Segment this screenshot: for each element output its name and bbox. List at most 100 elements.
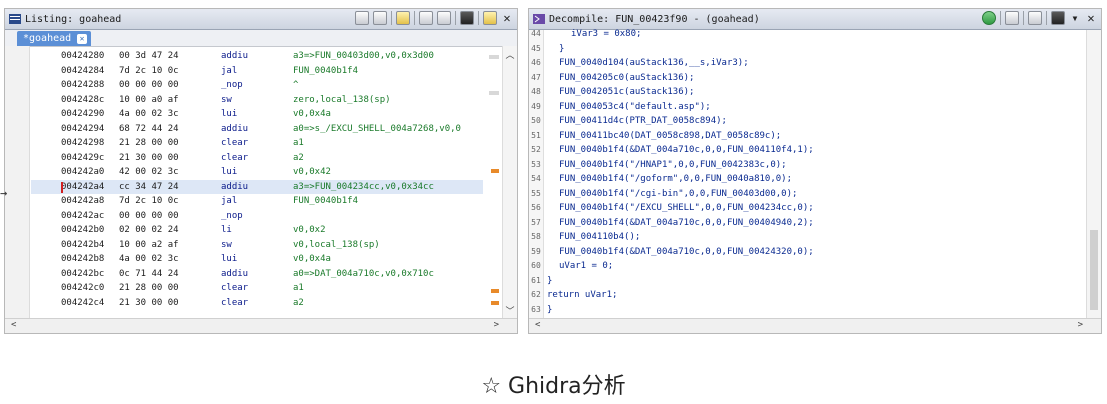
export-icon[interactable] [1028,11,1042,25]
listing-panel: Listing: goahead ✕ *goahead ✕ 00424280 00… [4,8,518,334]
decompile-line[interactable]: 54 FUN_0040b1f4("/goform",0,0,FUN_0040a81… [529,172,1085,187]
listing-row[interactable]: 004242c4 21 30 00 00 clear a2 [31,296,483,311]
scroll-right-arrow-icon[interactable]: > [1078,320,1083,330]
listing-vscrollbar[interactable]: ︿ ﹀ [502,46,517,319]
listing-bytes: cc 34 47 24 [119,181,179,192]
listing-row[interactable]: 004242b4 10 00 a2 af sw v0,local_138(sp) [31,238,483,253]
listing-bytes: 68 72 44 24 [119,123,179,134]
line-number: 44 [531,29,541,38]
decompile-line[interactable]: 50 FUN_00411d4c(PTR_DAT_0058c894); [529,114,1085,129]
decompile-line[interactable]: 53 FUN_0040b1f4("/HNAP1",0,0,FUN_0042383c… [529,158,1085,173]
tab-goahead[interactable]: *goahead ✕ [17,31,91,46]
tab-close-icon[interactable]: ✕ [77,33,87,44]
listing-row[interactable]: 00424298 21 28 00 00 clear a1 [31,136,483,151]
code-text: uVar1 = 0; [559,261,614,271]
listing-bytes: 00 00 00 00 [119,80,179,90]
listing-bytes: 4a 00 02 3c [119,109,179,119]
listing-row[interactable]: 0042429c 21 30 00 00 clear a2 [31,151,483,166]
listing-mnemonic: _nop [221,210,243,221]
listing-row[interactable]: 004242a0 42 00 02 3c lui v0,0x42 [31,165,483,180]
scroll-left-arrow-icon[interactable]: < [535,320,540,330]
code-text: FUN_0040b1f4("/HNAP1",0,0,FUN_0042383c,0… [559,159,787,170]
close-icon[interactable]: ✕ [501,11,513,25]
listing-address: 004242b8 [61,254,105,264]
diff-view-icon[interactable] [437,11,451,25]
decompile-vscrollbar[interactable] [1086,30,1101,319]
listing-row[interactable]: 004242a4 cc 34 47 24 addiu a3=>FUN_004234cc… [31,179,483,194]
listing-titlebar: Listing: goahead ✕ [5,9,517,30]
listing-row[interactable]: 004242c0 21 28 00 00 clear a1 [31,281,483,296]
decompile-line[interactable]: 57 FUN_0040b1f4(&DAT_004a710c,0,0,FUN_004… [529,216,1085,231]
decompile-line[interactable]: 44 iVar3 = 0x80; [529,27,1085,42]
listing-mnemonic: jal [221,196,238,206]
listing-operands: a1 [293,283,304,293]
decompile-line[interactable]: 60 uVar1 = 0; [529,259,1085,274]
listing-address: 0042428c [61,94,105,105]
line-number: 62 [531,290,541,299]
decompile-line[interactable]: 55 FUN_0040b1f4("/cgi-bin",0,0,FUN_00403d… [529,187,1085,202]
tab-label: *goahead [23,33,72,44]
listing-toolbar: ✕ [355,11,513,25]
listing-row[interactable]: 0042428c 10 00 a0 af sw zero,local_138(sp) [31,93,483,108]
decompile-line[interactable]: 45} [529,42,1085,57]
listing-mnemonic: addiu [221,268,249,279]
overview-marker-highlight [491,169,499,173]
listing-row[interactable]: 00424288 00 00 00 00 _nop ^ [31,78,483,93]
decompile-body[interactable]: 44 iVar3 = 0x80; 45} 46 FUN_0040d104(auStack… [529,27,1101,319]
paste-icon[interactable] [373,11,387,25]
cursor-select-icon[interactable] [396,11,410,25]
listing-row[interactable]: 004242a8 7d 2c 10 0c jal FUN_0040b1f4 [31,194,483,209]
decompile-line[interactable]: 56 FUN_0040b1f4("/EXCU_SHELL",0,0,FUN_004… [529,201,1085,216]
decompile-panel: Decompile: FUN_00423f90 - (goahead) ▾ ✕ … [528,8,1102,334]
scroll-thumb[interactable] [1090,230,1098,310]
line-number: 54 [531,174,541,183]
listing-mnemonic: clear [221,297,249,308]
decompile-line[interactable]: 59 FUN_0040b1f4(&DAT_004a710c,0,0,FUN_004… [529,245,1085,260]
decompile-line[interactable]: 47 FUN_004205c0(auStack136); [529,71,1085,86]
refresh-icon[interactable] [982,11,996,25]
listing-row[interactable]: 004242b0 02 00 02 24 li v0,0x2 [31,223,483,238]
figure-caption: ☆ Ghidra分析 [481,374,626,399]
close-icon[interactable]: ✕ [1085,11,1097,25]
decompile-line[interactable]: 46 FUN_0040d104(auStack136,__s,iVar3); [529,56,1085,71]
decompile-line[interactable]: 62 return uVar1; [529,288,1085,303]
listing-address: 004242b4 [61,239,105,250]
menu-dropdown-icon[interactable]: ▾ [1069,11,1081,25]
listing-body[interactable]: 00424280 00 3d 47 24 addiu a3=>FUN_00403d00… [5,46,517,319]
decompile-line[interactable]: 63} [529,303,1085,318]
menu-options-icon[interactable] [483,11,497,25]
listing-bytes: 21 28 00 00 [119,283,179,293]
copy-icon[interactable] [1005,11,1019,25]
line-number: 63 [531,304,541,314]
scroll-right-arrow-icon[interactable]: > [494,320,499,330]
overview-marker-highlight [491,289,499,293]
scroll-up-arrow-icon[interactable]: ︿ [503,48,517,61]
listing-row[interactable]: 004242ac 00 00 00 00 _nop [31,209,483,224]
listing-bytes: 21 30 00 00 [119,297,179,308]
decompile-line[interactable]: 51 FUN_00411bc40(DAT_0058c898,DAT_0058c89… [529,129,1085,144]
field-edit-icon[interactable] [419,11,433,25]
decompile-line[interactable]: 58 FUN_004110b4(); [529,230,1085,245]
scroll-down-arrow-icon[interactable]: ﹀ [503,304,517,317]
decompile-line[interactable]: 61} [529,274,1085,289]
listing-hscrollbar[interactable]: < > [5,318,517,333]
listing-operands: a3=>FUN_004234cc,v0,0x34cc [293,181,434,192]
decompile-line[interactable]: 52 FUN_0040b1f4(&DAT_004a710c,0,0,FUN_004… [529,143,1085,158]
listing-row[interactable]: 00424294 68 72 44 24 addiu a0=>s_/EXCU_SHEL… [31,122,483,137]
listing-bytes: 21 30 00 00 [119,152,179,163]
scroll-left-arrow-icon[interactable]: < [11,320,16,330]
listing-address: 004242a8 [61,196,105,206]
snapshot-icon[interactable] [1051,11,1065,25]
listing-row[interactable]: 00424280 00 3d 47 24 addiu a3=>FUN_00403d00… [31,49,483,64]
decompile-line[interactable]: 49 FUN_004053c4("default.asp"); [529,100,1085,115]
decompile-line[interactable]: 48 FUN_0042051c(auStack136); [529,85,1085,100]
listing-row[interactable]: 004242bc 0c 71 44 24 addiu a0=>DAT_004a710c… [31,267,483,282]
listing-row[interactable]: 00424284 7d 2c 10 0c jal FUN_0040b1f4 [31,64,483,79]
decompile-hscrollbar[interactable]: < > [529,318,1101,333]
listing-bytes: 00 00 00 00 [119,210,179,221]
listing-row[interactable]: 004242b8 4a 00 02 3c lui v0,0x4a [31,252,483,267]
copy-icon[interactable] [355,11,369,25]
listing-operands: a1 [293,138,304,148]
listing-row[interactable]: 00424290 4a 00 02 3c lui v0,0x4a [31,107,483,122]
snapshot-icon[interactable] [460,11,474,25]
